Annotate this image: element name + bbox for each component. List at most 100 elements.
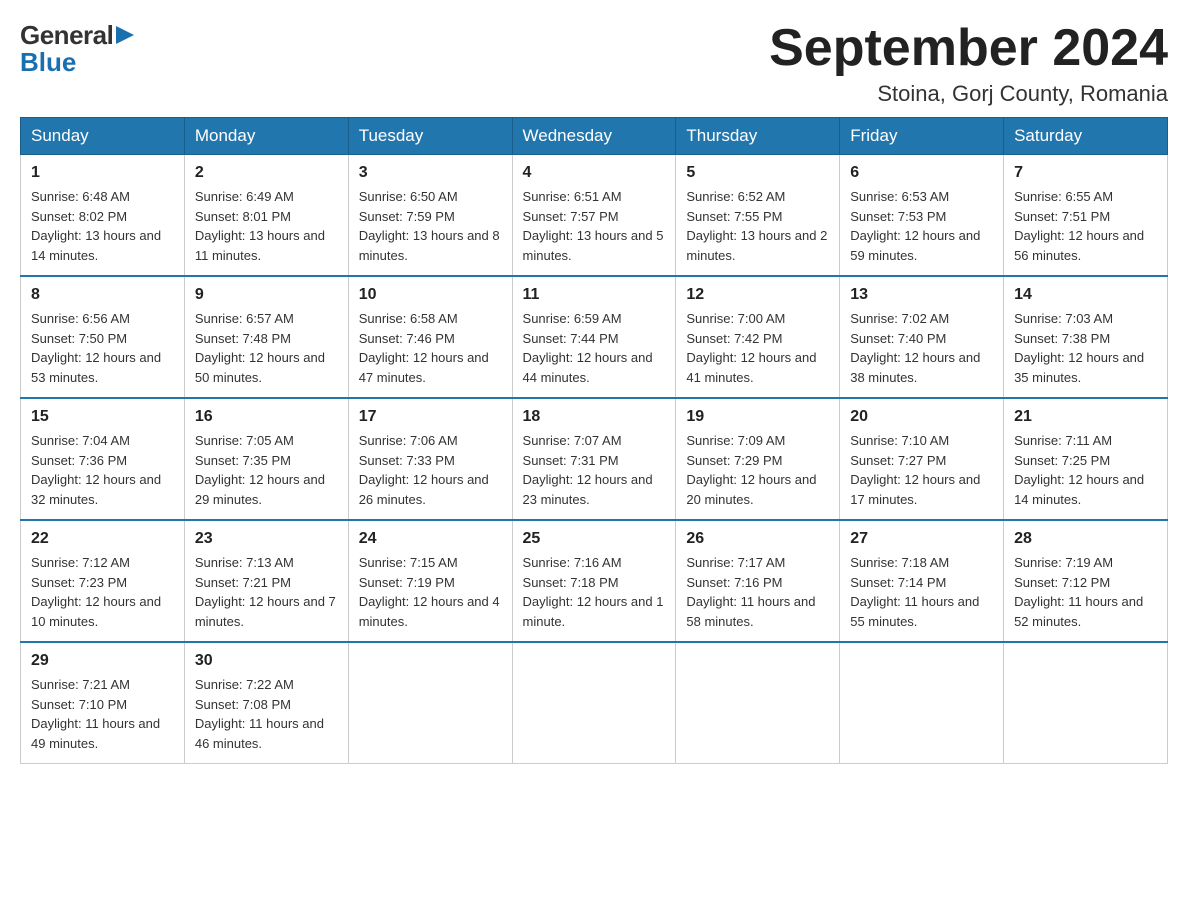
sunset-text: Sunset: 7:18 PM (523, 573, 666, 593)
table-row: 25Sunrise: 7:16 AMSunset: 7:18 PMDayligh… (512, 520, 676, 642)
sunrise-text: Sunrise: 7:02 AM (850, 309, 993, 329)
table-row: 27Sunrise: 7:18 AMSunset: 7:14 PMDayligh… (840, 520, 1004, 642)
daylight-text: Daylight: 11 hours and 49 minutes. (31, 714, 174, 753)
daylight-text: Daylight: 12 hours and 14 minutes. (1014, 470, 1157, 509)
day-number: 6 (850, 161, 993, 185)
sunrise-text: Sunrise: 7:11 AM (1014, 431, 1157, 451)
sunrise-text: Sunrise: 6:58 AM (359, 309, 502, 329)
header-saturday: Saturday (1004, 118, 1168, 155)
sunrise-text: Sunrise: 7:07 AM (523, 431, 666, 451)
sunset-text: Sunset: 8:02 PM (31, 207, 174, 227)
sunrise-text: Sunrise: 6:48 AM (31, 187, 174, 207)
daylight-text: Daylight: 12 hours and 44 minutes. (523, 348, 666, 387)
table-row (348, 642, 512, 764)
daylight-text: Daylight: 12 hours and 7 minutes. (195, 592, 338, 631)
sunset-text: Sunset: 7:44 PM (523, 329, 666, 349)
sunrise-text: Sunrise: 7:21 AM (31, 675, 174, 695)
daylight-text: Daylight: 11 hours and 58 minutes. (686, 592, 829, 631)
sunset-text: Sunset: 7:33 PM (359, 451, 502, 471)
daylight-text: Daylight: 12 hours and 17 minutes. (850, 470, 993, 509)
calendar-title: September 2024 (769, 20, 1168, 77)
table-row: 1Sunrise: 6:48 AMSunset: 8:02 PMDaylight… (21, 155, 185, 277)
day-number: 4 (523, 161, 666, 185)
day-number: 1 (31, 161, 174, 185)
day-number: 12 (686, 283, 829, 307)
sunset-text: Sunset: 7:59 PM (359, 207, 502, 227)
sunrise-text: Sunrise: 7:04 AM (31, 431, 174, 451)
daylight-text: Daylight: 12 hours and 1 minute. (523, 592, 666, 631)
sunrise-text: Sunrise: 6:49 AM (195, 187, 338, 207)
sunset-text: Sunset: 7:25 PM (1014, 451, 1157, 471)
sunrise-text: Sunrise: 7:17 AM (686, 553, 829, 573)
day-number: 15 (31, 405, 174, 429)
day-number: 27 (850, 527, 993, 551)
day-number: 18 (523, 405, 666, 429)
sunrise-text: Sunrise: 7:05 AM (195, 431, 338, 451)
sunrise-text: Sunrise: 7:16 AM (523, 553, 666, 573)
table-row: 3Sunrise: 6:50 AMSunset: 7:59 PMDaylight… (348, 155, 512, 277)
table-row: 15Sunrise: 7:04 AMSunset: 7:36 PMDayligh… (21, 398, 185, 520)
day-number: 14 (1014, 283, 1157, 307)
sunrise-text: Sunrise: 7:18 AM (850, 553, 993, 573)
day-number: 24 (359, 527, 502, 551)
daylight-text: Daylight: 12 hours and 50 minutes. (195, 348, 338, 387)
table-row: 28Sunrise: 7:19 AMSunset: 7:12 PMDayligh… (1004, 520, 1168, 642)
day-number: 29 (31, 649, 174, 673)
sunrise-text: Sunrise: 6:52 AM (686, 187, 829, 207)
sunset-text: Sunset: 7:46 PM (359, 329, 502, 349)
sunset-text: Sunset: 7:57 PM (523, 207, 666, 227)
day-number: 30 (195, 649, 338, 673)
table-row: 22Sunrise: 7:12 AMSunset: 7:23 PMDayligh… (21, 520, 185, 642)
table-row: 18Sunrise: 7:07 AMSunset: 7:31 PMDayligh… (512, 398, 676, 520)
daylight-text: Daylight: 13 hours and 8 minutes. (359, 226, 502, 265)
sunset-text: Sunset: 7:14 PM (850, 573, 993, 593)
sunset-text: Sunset: 7:08 PM (195, 695, 338, 715)
sunrise-text: Sunrise: 7:10 AM (850, 431, 993, 451)
logo: General Blue (20, 20, 136, 78)
sunset-text: Sunset: 7:42 PM (686, 329, 829, 349)
day-number: 3 (359, 161, 502, 185)
sunset-text: Sunset: 7:21 PM (195, 573, 338, 593)
daylight-text: Daylight: 12 hours and 32 minutes. (31, 470, 174, 509)
sunset-text: Sunset: 7:19 PM (359, 573, 502, 593)
logo-arrow-icon (114, 24, 136, 46)
sunset-text: Sunset: 7:29 PM (686, 451, 829, 471)
daylight-text: Daylight: 12 hours and 38 minutes. (850, 348, 993, 387)
header-monday: Monday (184, 118, 348, 155)
day-number: 26 (686, 527, 829, 551)
table-row (840, 642, 1004, 764)
table-row: 5Sunrise: 6:52 AMSunset: 7:55 PMDaylight… (676, 155, 840, 277)
sunrise-text: Sunrise: 6:55 AM (1014, 187, 1157, 207)
day-number: 13 (850, 283, 993, 307)
sunrise-text: Sunrise: 6:57 AM (195, 309, 338, 329)
title-area: September 2024 Stoina, Gorj County, Roma… (769, 20, 1168, 107)
daylight-text: Daylight: 12 hours and 56 minutes. (1014, 226, 1157, 265)
calendar-week-row: 29Sunrise: 7:21 AMSunset: 7:10 PMDayligh… (21, 642, 1168, 764)
table-row: 12Sunrise: 7:00 AMSunset: 7:42 PMDayligh… (676, 276, 840, 398)
table-row: 14Sunrise: 7:03 AMSunset: 7:38 PMDayligh… (1004, 276, 1168, 398)
daylight-text: Daylight: 13 hours and 14 minutes. (31, 226, 174, 265)
day-number: 2 (195, 161, 338, 185)
header-sunday: Sunday (21, 118, 185, 155)
daylight-text: Daylight: 12 hours and 59 minutes. (850, 226, 993, 265)
sunset-text: Sunset: 7:12 PM (1014, 573, 1157, 593)
sunset-text: Sunset: 7:35 PM (195, 451, 338, 471)
header-tuesday: Tuesday (348, 118, 512, 155)
table-row: 7Sunrise: 6:55 AMSunset: 7:51 PMDaylight… (1004, 155, 1168, 277)
day-number: 16 (195, 405, 338, 429)
day-number: 23 (195, 527, 338, 551)
table-row: 13Sunrise: 7:02 AMSunset: 7:40 PMDayligh… (840, 276, 1004, 398)
sunrise-text: Sunrise: 6:56 AM (31, 309, 174, 329)
sunset-text: Sunset: 7:50 PM (31, 329, 174, 349)
day-number: 17 (359, 405, 502, 429)
daylight-text: Daylight: 11 hours and 52 minutes. (1014, 592, 1157, 631)
sunset-text: Sunset: 7:23 PM (31, 573, 174, 593)
table-row: 17Sunrise: 7:06 AMSunset: 7:33 PMDayligh… (348, 398, 512, 520)
table-row: 29Sunrise: 7:21 AMSunset: 7:10 PMDayligh… (21, 642, 185, 764)
table-row: 24Sunrise: 7:15 AMSunset: 7:19 PMDayligh… (348, 520, 512, 642)
table-row: 10Sunrise: 6:58 AMSunset: 7:46 PMDayligh… (348, 276, 512, 398)
table-row: 30Sunrise: 7:22 AMSunset: 7:08 PMDayligh… (184, 642, 348, 764)
day-number: 8 (31, 283, 174, 307)
daylight-text: Daylight: 12 hours and 35 minutes. (1014, 348, 1157, 387)
daylight-text: Daylight: 12 hours and 10 minutes. (31, 592, 174, 631)
